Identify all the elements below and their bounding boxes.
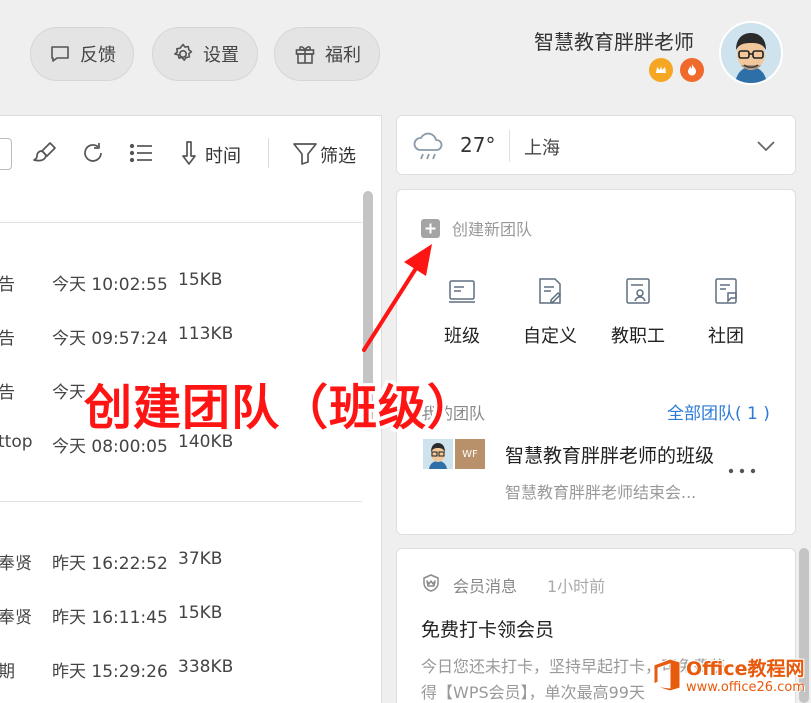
team-avatar-group: WF [423, 439, 485, 471]
crown-shield-icon [423, 574, 439, 592]
sort-down-arrow-icon[interactable] [174, 138, 204, 168]
filter-funnel-icon[interactable] [290, 138, 320, 168]
file-name: 告 [0, 275, 15, 295]
file-time: 今天 10:02:55 [52, 275, 168, 295]
settings-button[interactable]: 设置 [152, 27, 258, 81]
settings-label: 设置 [203, 45, 239, 66]
watermark-brand: Office教程网 [686, 658, 805, 680]
file-row[interactable]: 奉贤 昨天 16:22:52 37KB [0, 533, 362, 587]
city-name: 上海 [524, 138, 560, 159]
refresh-icon[interactable] [78, 138, 108, 168]
weather-divider [509, 130, 510, 162]
club-icon [715, 278, 737, 304]
team-type-label: 班级 [444, 326, 480, 347]
file-size: 15KB [178, 603, 223, 623]
team-type-label: 自定义 [523, 326, 577, 347]
avatar[interactable] [719, 21, 783, 85]
file-name: 告 [0, 329, 15, 349]
team-member-avatar [423, 439, 453, 469]
file-row[interactable]: 期 昨天 15:29:26 338KB [0, 641, 362, 695]
feedback-label: 反馈 [80, 45, 116, 66]
class-icon [449, 280, 475, 303]
file-size: 15KB [178, 270, 223, 290]
flame-badge-icon[interactable] [680, 58, 704, 82]
file-size: 338KB [178, 657, 234, 677]
team-type-label: 社团 [708, 326, 744, 347]
message-type: 会员消息 [453, 577, 518, 596]
team-type-club[interactable]: 社团 [686, 276, 766, 348]
file-name: 奉贤 [0, 608, 32, 628]
message-title: 免费打卡领会员 [421, 619, 555, 641]
watermark: Office教程网 www.office26.com [652, 652, 810, 702]
team-type-class[interactable]: 班级 [422, 276, 502, 348]
temperature: 27° [460, 133, 496, 157]
team-panel: 创建新团队 班级 自定义 教职工 社团 我的团队 全部团队( 1 ) WF 智慧… [396, 189, 796, 535]
chat-bubble-icon [51, 46, 69, 62]
message-time: 1小时前 [547, 577, 606, 596]
file-toolbar: 时间 筛选 [0, 116, 381, 190]
file-time: 昨天 16:22:52 [52, 554, 168, 574]
toolbar-divider [268, 138, 269, 168]
search-input[interactable] [0, 138, 12, 170]
sort-by-time-button[interactable]: 时间 [205, 142, 241, 168]
file-row[interactable]: 告 今天 10:02:55 15KB [0, 254, 362, 308]
plus-square-icon [421, 218, 440, 238]
file-size: 113KB [178, 324, 234, 344]
custom-icon [539, 278, 562, 304]
benefits-label: 福利 [325, 45, 361, 66]
benefits-button[interactable]: 福利 [274, 27, 380, 81]
create-team-button[interactable]: 创建新团队 [421, 216, 532, 240]
office-logo-icon [653, 658, 681, 692]
gear-icon [174, 43, 193, 61]
team-name[interactable]: 智慧教育胖胖老师的班级 [505, 441, 731, 468]
list-divider [0, 501, 362, 502]
file-time: 昨天 15:29:26 [52, 662, 168, 682]
file-name: 告 [0, 383, 15, 403]
team-type-label: 教职工 [611, 326, 665, 347]
file-name: 期 [0, 662, 15, 682]
weather-widget[interactable]: 27° 上海 [396, 115, 796, 175]
filter-button[interactable]: 筛选 [320, 142, 356, 168]
message-body-line: 得【WPS会员】，单次最高99天 [421, 683, 645, 702]
list-view-icon[interactable] [126, 138, 156, 168]
crown-badge-icon[interactable] [649, 58, 673, 82]
team-type-custom[interactable]: 自定义 [510, 276, 590, 348]
file-name: ttop [0, 432, 33, 452]
staff-icon [626, 278, 650, 304]
brush-icon[interactable] [30, 138, 60, 168]
rain-cloud-icon [413, 132, 443, 160]
file-row[interactable]: 奉贤 昨天 16:11:45 15KB [0, 587, 362, 641]
team-type-staff[interactable]: 教职工 [598, 276, 678, 348]
gift-icon [295, 46, 315, 64]
file-size: 37KB [178, 549, 223, 569]
file-time: 今天 [52, 383, 86, 403]
user-name[interactable]: 智慧教育胖胖老师 [534, 26, 694, 55]
chevron-down-icon[interactable] [755, 136, 777, 156]
list-divider [0, 222, 362, 223]
all-teams-link[interactable]: 全部团队( 1 ) [667, 399, 770, 424]
more-options-icon[interactable] [727, 466, 757, 476]
create-team-label: 创建新团队 [452, 220, 533, 239]
file-row[interactable]: 告 今天 09:57:24 113KB [0, 308, 362, 362]
feedback-button[interactable]: 反馈 [30, 27, 134, 81]
team-logo-avatar: WF [455, 439, 485, 469]
team-description: 智慧教育胖胖老师结束会... [505, 483, 697, 502]
watermark-url: www.office26.com [686, 680, 805, 695]
annotation-label: 创建团队（班级） [84, 380, 477, 436]
file-time: 今天 09:57:24 [52, 329, 168, 349]
file-time: 昨天 16:11:45 [52, 608, 168, 628]
file-name: 奉贤 [0, 554, 32, 574]
